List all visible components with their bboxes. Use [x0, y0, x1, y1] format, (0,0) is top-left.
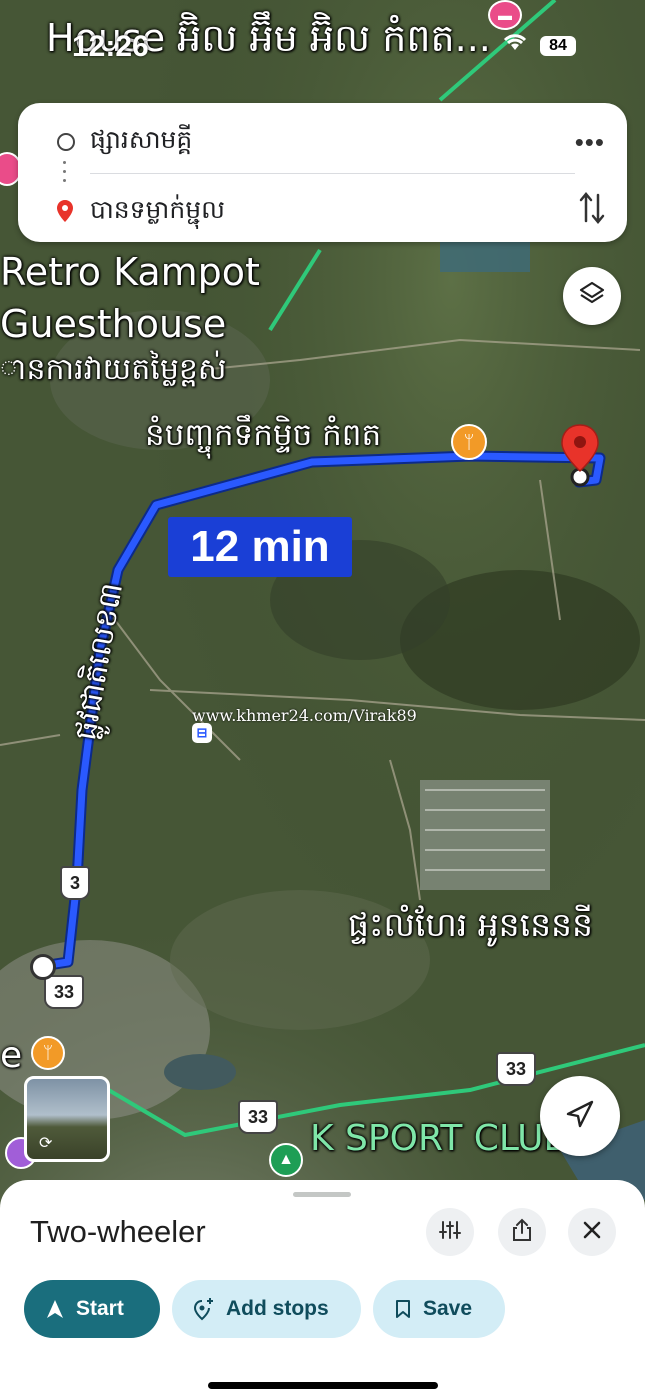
poi-label-sport[interactable]: K SPORT CLUB — [310, 1118, 568, 1159]
close-icon — [582, 1220, 602, 1245]
travel-mode-title: Two-wheeler — [30, 1214, 206, 1249]
poi-label-house[interactable]: ផ្ទះលំហែរ អូននេននី — [348, 905, 593, 953]
park-icon[interactable]: ▲ — [269, 1143, 303, 1177]
road-shield-3: 3 — [60, 866, 90, 900]
restaurant-icon[interactable]: ᛘ — [451, 424, 487, 460]
navigation-arrow-icon — [564, 1098, 596, 1135]
add-stops-label: Add stops — [226, 1297, 329, 1320]
start-label: Start — [76, 1297, 124, 1320]
road-shield-33: 33 — [44, 975, 84, 1009]
street-view-icon: ⟳ — [39, 1135, 53, 1152]
layers-button[interactable] — [563, 267, 621, 325]
start-button[interactable]: Start — [24, 1280, 160, 1338]
destination-field[interactable]: បានទម្លាក់ម្ជុល — [90, 195, 225, 231]
share-icon — [511, 1218, 533, 1247]
route-options-button[interactable] — [426, 1208, 474, 1256]
swap-icon[interactable] — [579, 191, 605, 230]
restaurant-icon[interactable]: ᛘ — [31, 1036, 65, 1070]
bookmark-icon — [395, 1299, 411, 1319]
destination-pin-small-icon — [56, 199, 74, 228]
poi-label-edge: e — [0, 1035, 23, 1076]
road-shield-33: 33 — [238, 1100, 278, 1134]
route-origin-marker[interactable] — [30, 954, 56, 980]
more-options-icon[interactable]: ••• — [575, 127, 605, 158]
poi-rating-note: ានការវាយតម្លៃខ្ពស់ — [0, 352, 227, 387]
home-indicator[interactable] — [208, 1382, 438, 1389]
road-shield-33: 33 — [496, 1052, 536, 1086]
wifi-icon — [502, 32, 528, 58]
battery-icon: 84 — [540, 36, 576, 56]
poi-label-factory[interactable]: នំបញ្ចុកទឹកម្ទិច កំពត — [145, 416, 381, 461]
save-label: Save — [423, 1297, 473, 1320]
street-view-thumbnail[interactable]: ⟳ — [24, 1076, 110, 1162]
field-divider — [90, 173, 575, 174]
bus-stop-icon[interactable]: ⊟ — [192, 723, 212, 743]
bottom-sheet: Two-wheeler Start Add stops Save — [0, 1180, 645, 1400]
poi-label-retro-line2[interactable]: Guesthouse — [0, 302, 226, 346]
add-stops-button[interactable]: Add stops — [172, 1280, 361, 1338]
share-button[interactable] — [498, 1208, 546, 1256]
status-bar: 12:26 84 — [0, 22, 645, 72]
sheet-drag-handle[interactable] — [293, 1192, 351, 1197]
add-location-icon — [192, 1297, 214, 1321]
origin-field[interactable]: ផ្សារសាមគ្គី — [90, 125, 192, 161]
save-button[interactable]: Save — [373, 1280, 505, 1338]
poi-label-retro-line1[interactable]: Retro Kampot — [0, 250, 260, 294]
destination-pin-icon[interactable] — [560, 423, 600, 487]
origin-circle-icon — [57, 133, 75, 151]
status-time: 12:26 — [72, 30, 149, 63]
recenter-button[interactable] — [540, 1076, 620, 1156]
origin-row[interactable]: ផ្សារសាមគ្គី ••• — [18, 111, 627, 169]
layers-icon — [578, 280, 606, 313]
directions-card: ផ្សារសាមគ្គី ••• បានទម្លាក់ម្ជុល — [18, 103, 627, 242]
sliders-icon — [439, 1219, 461, 1246]
start-arrow-icon — [46, 1299, 64, 1319]
route-duration-label[interactable]: 12 min — [168, 517, 352, 577]
watermark: www.khmer24.com/Virak89 — [192, 706, 417, 725]
close-button[interactable] — [568, 1208, 616, 1256]
destination-row[interactable]: បានទម្លាក់ម្ជុល — [18, 181, 627, 239]
